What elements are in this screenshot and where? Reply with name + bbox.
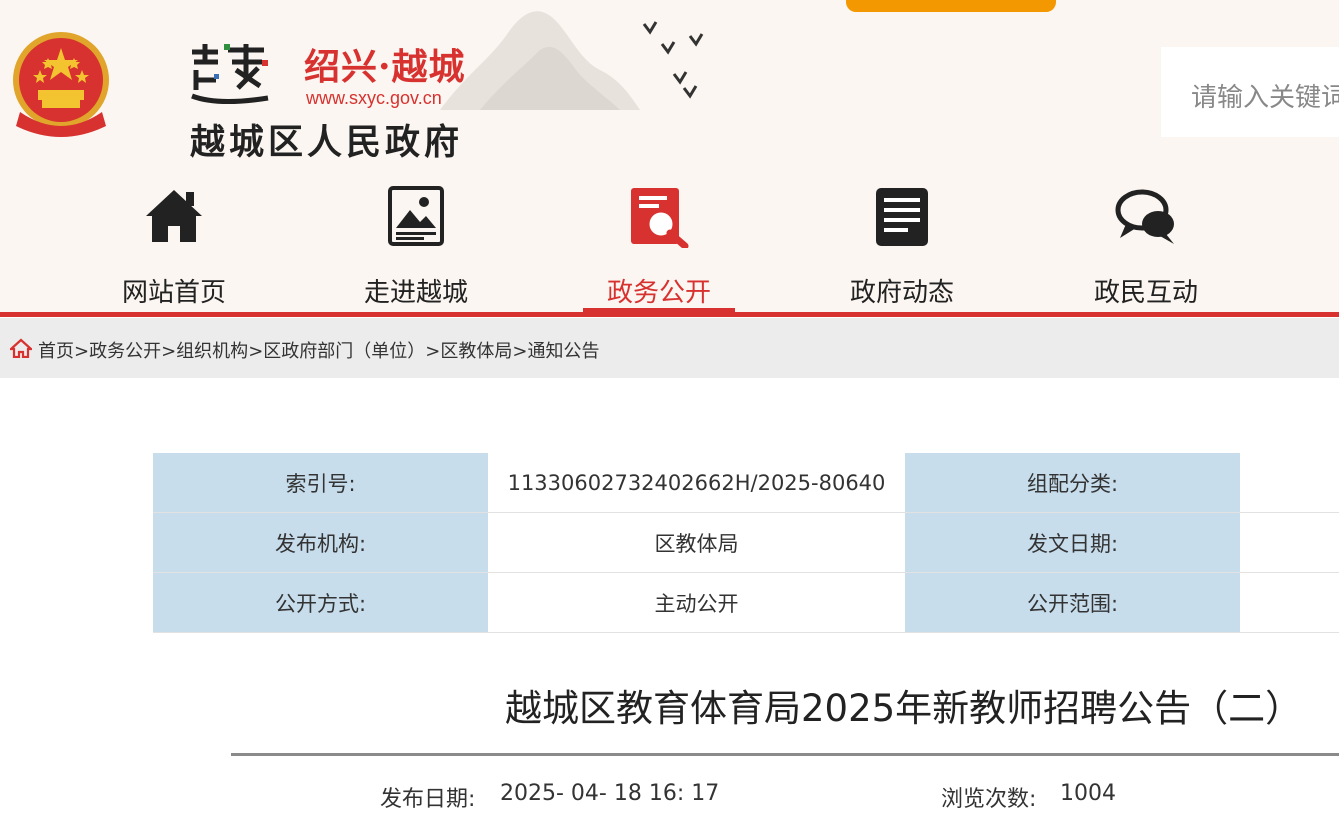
document-info-table: 索引号: 11330602732402662H/2025-80640 组配分类:…	[153, 453, 1339, 633]
title-divider	[231, 753, 1339, 756]
table-row: 索引号: 11330602732402662H/2025-80640 组配分类:	[153, 453, 1339, 513]
breadcrumb-item-notices[interactable]: 通知公告	[527, 341, 599, 362]
nav-item-interaction[interactable]: 政民互动	[1066, 184, 1226, 310]
nav-label: 政府动态	[849, 278, 954, 308]
chat-bubbles-icon	[1115, 189, 1174, 244]
breadcrumb: 首页>政务公开>组织机构>区政府部门（单位）>区教体局>通知公告	[0, 318, 1339, 378]
table-row: 发布机构: 区教体局 发文日期:	[153, 512, 1339, 573]
national-emblem-icon	[13, 32, 109, 137]
publish-date-value: 2025- 04- 18 16: 17	[500, 781, 720, 806]
picture-icon	[388, 186, 444, 246]
views-count: 1004	[1060, 781, 1116, 806]
site-title: 越城区人民政府	[190, 122, 464, 163]
index-label: 索引号:	[153, 453, 488, 513]
breadcrumb-item-home[interactable]: 首页	[38, 341, 74, 362]
publisher-value: 区教体局	[488, 512, 905, 573]
search-input[interactable]: 请输入关键词	[1161, 47, 1339, 137]
yue-calligraphy-logo	[191, 44, 269, 105]
breadcrumb-item-education-bureau[interactable]: 区教体局	[440, 341, 512, 362]
breadcrumb-item-organization[interactable]: 组织机构	[176, 341, 248, 362]
scope-label: 公开范围:	[905, 572, 1240, 633]
nav-underline-bar	[0, 312, 1339, 317]
article-title: 越城区教育体育局2025年新教师招聘公告（二）	[505, 687, 1303, 730]
site-header: 绍兴·越城 www.sxyc.gov.cn 越城区人民政府 请输入关键词 网站首…	[0, 0, 1339, 312]
doc-date-value	[1240, 512, 1339, 573]
table-row: 公开方式: 主动公开 公开范围:	[153, 572, 1339, 633]
nav-item-gov-affairs[interactable]: 政务公开	[579, 184, 739, 312]
nav-item-gov-news[interactable]: 政府动态	[822, 184, 982, 310]
category-label: 组配分类:	[905, 453, 1240, 513]
category-value	[1240, 453, 1339, 513]
breadcrumb-item-departments[interactable]: 区政府部门（单位）	[263, 341, 425, 362]
nav-item-home[interactable]: 网站首页	[94, 184, 254, 310]
magnifier-doc-icon	[631, 188, 689, 248]
method-label: 公开方式:	[153, 572, 488, 633]
ink-mountain-decoration	[440, 11, 640, 110]
home-icon[interactable]	[10, 338, 32, 358]
views-label: 浏览次数:	[941, 787, 1037, 812]
nav-label: 走进越城	[363, 278, 468, 308]
publisher-label: 发布机构:	[153, 512, 488, 573]
nav-label: 政务公开	[606, 278, 711, 308]
logo-brand: 绍兴·越城	[304, 46, 466, 88]
birds-decoration	[642, 21, 704, 99]
nav-label: 政民互动	[1093, 278, 1198, 308]
home-icon	[146, 190, 202, 242]
method-value: 主动公开	[488, 572, 905, 633]
nav-item-about[interactable]: 走进越城	[336, 184, 496, 310]
doc-date-label: 发文日期:	[905, 512, 1240, 573]
breadcrumb-item-gov-affairs[interactable]: 政务公开	[89, 341, 161, 362]
logo-url: www.sxyc.gov.cn	[306, 88, 442, 108]
index-value: 11330602732402662H/2025-80640	[488, 453, 905, 513]
scope-value	[1240, 572, 1339, 633]
nav-label: 网站首页	[121, 278, 226, 308]
top-banner[interactable]	[846, 0, 1056, 12]
publish-date-label: 发布日期:	[380, 787, 476, 812]
document-icon	[876, 188, 928, 246]
